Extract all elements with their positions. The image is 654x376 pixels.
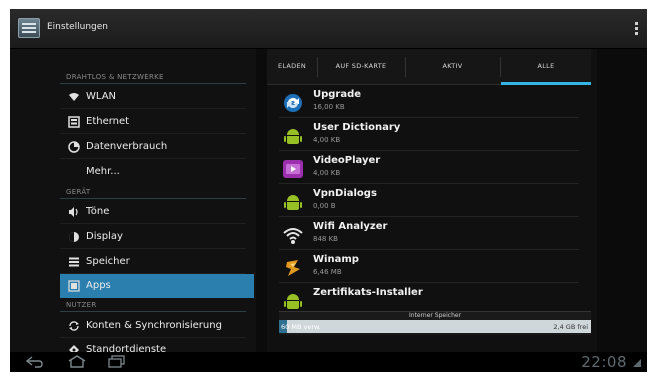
app-name: VpnDialogs bbox=[313, 188, 377, 199]
sync-icon bbox=[68, 320, 80, 332]
settings-item-wlan[interactable]: WLAN bbox=[60, 85, 254, 109]
system-nav-bar: 22:08 bbox=[10, 352, 647, 372]
settings-item-label: Datenverbrauch bbox=[86, 141, 168, 152]
app-row-vpndialogs[interactable]: VpnDialogs 0,00 B bbox=[267, 184, 591, 217]
app-row-wifi-analyzer[interactable]: Wifi Analyzer 848 KB bbox=[267, 217, 591, 250]
tab-sd-card[interactable]: AUF SD-KARTE bbox=[318, 49, 404, 85]
item-divider bbox=[60, 248, 246, 249]
tab-running[interactable]: AKTIV bbox=[406, 49, 499, 85]
item-divider bbox=[60, 158, 246, 159]
section-divider bbox=[60, 311, 246, 312]
section-header-device: GERÄT bbox=[66, 188, 91, 196]
app-name: Zertifikats-Installer bbox=[313, 287, 423, 298]
section-divider bbox=[60, 83, 246, 84]
app-name: User Dictionary bbox=[313, 122, 401, 133]
action-bar: Einstellungen bbox=[10, 9, 647, 49]
wifi-analyzer-icon bbox=[282, 224, 304, 246]
android-icon bbox=[282, 125, 304, 147]
winamp-icon bbox=[282, 257, 304, 279]
tab-downloaded[interactable]: ELADEN bbox=[267, 49, 317, 85]
settings-item-label: Apps bbox=[86, 280, 111, 291]
settings-item-storage[interactable]: Speicher bbox=[60, 250, 254, 274]
settings-list: DRAHTLOS & NETZWERKE WLAN Ethernet Daten… bbox=[10, 49, 256, 355]
storage-used-label: 60 MB verw. bbox=[281, 323, 321, 331]
settings-item-label: Mehr... bbox=[86, 166, 120, 177]
app-size: 16,00 KB bbox=[313, 103, 345, 111]
tablet-screen: Einstellungen DRAHTLOS & NETZWERKE WLAN … bbox=[10, 9, 647, 372]
home-icon[interactable] bbox=[68, 355, 86, 368]
wifi-icon bbox=[68, 91, 80, 103]
settings-item-label: Ethernet bbox=[86, 116, 130, 127]
data-usage-icon bbox=[68, 141, 80, 153]
item-divider bbox=[60, 223, 246, 224]
android-icon bbox=[282, 290, 304, 312]
app-row-upgrade[interactable]: Upgrade 16,00 KB bbox=[267, 85, 591, 118]
android-icon bbox=[282, 191, 304, 213]
settings-item-label: Speicher bbox=[86, 256, 130, 267]
status-clock: 22:08 bbox=[581, 353, 627, 371]
device-frame: Einstellungen DRAHTLOS & NETZWERKE WLAN … bbox=[0, 0, 654, 376]
settings-app-icon[interactable] bbox=[18, 18, 40, 38]
storage-free-label: 2,4 GB frei bbox=[553, 323, 588, 331]
storage-track bbox=[279, 320, 591, 333]
apps-tab-bar: ELADEN AUF SD-KARTE AKTIV ALLE bbox=[267, 49, 591, 85]
storage-icon bbox=[68, 256, 80, 268]
tab-all[interactable]: ALLE bbox=[501, 49, 591, 85]
volume-icon bbox=[68, 206, 80, 218]
signal-icon bbox=[633, 359, 641, 367]
settings-item-display[interactable]: Display bbox=[60, 225, 254, 249]
settings-item-accounts-sync[interactable]: Konten & Synchronisierung bbox=[60, 314, 254, 338]
settings-item-label: Konten & Synchronisierung bbox=[86, 320, 222, 331]
settings-item-more[interactable]: Mehr... bbox=[60, 160, 254, 184]
settings-item-label: WLAN bbox=[86, 91, 117, 102]
upgrade-icon bbox=[282, 92, 304, 114]
overflow-menu-icon[interactable] bbox=[635, 22, 639, 36]
app-row-winamp[interactable]: Winamp 6,46 MB bbox=[267, 250, 591, 283]
apps-pane: ELADEN AUF SD-KARTE AKTIV ALLE Upgrade 1… bbox=[267, 49, 597, 352]
app-row-videoplayer[interactable]: VideoPlayer 4,00 KB bbox=[267, 151, 591, 184]
app-size: 4,00 KB bbox=[313, 136, 341, 144]
ethernet-icon bbox=[68, 116, 80, 128]
display-icon bbox=[68, 231, 80, 243]
internal-storage-bar: Interner Speicher 60 MB verw. 2,4 GB fre… bbox=[279, 311, 591, 335]
app-size: 6,46 MB bbox=[313, 268, 342, 276]
settings-item-label: Töne bbox=[86, 206, 110, 217]
section-header-wireless: DRAHTLOS & NETZWERKE bbox=[66, 73, 164, 81]
section-header-user: NUTZER bbox=[66, 301, 97, 309]
app-size: 4,00 KB bbox=[313, 169, 341, 177]
back-icon[interactable] bbox=[26, 356, 44, 368]
recent-apps-icon[interactable] bbox=[108, 355, 126, 368]
app-size: 848 KB bbox=[313, 235, 338, 243]
app-title: Einstellungen bbox=[47, 22, 109, 32]
settings-item-ethernet[interactable]: Ethernet bbox=[60, 110, 254, 134]
app-name: VideoPlayer bbox=[313, 155, 381, 166]
video-player-icon bbox=[282, 158, 304, 180]
app-row-user-dictionary[interactable]: User Dictionary 4,00 KB bbox=[267, 118, 591, 151]
settings-item-data-usage[interactable]: Datenverbrauch bbox=[60, 135, 254, 159]
settings-item-sounds[interactable]: Töne bbox=[60, 200, 254, 224]
settings-item-apps[interactable]: Apps bbox=[60, 274, 254, 298]
section-divider bbox=[60, 198, 246, 199]
settings-item-label: Display bbox=[86, 231, 123, 242]
item-divider bbox=[60, 133, 246, 134]
app-size: 0,00 B bbox=[313, 202, 336, 210]
app-name: Winamp bbox=[313, 254, 359, 265]
apps-icon bbox=[68, 280, 80, 292]
storage-title: Interner Speicher bbox=[408, 312, 462, 319]
app-name: Wifi Analyzer bbox=[313, 221, 388, 232]
app-name: Upgrade bbox=[313, 89, 362, 100]
item-divider bbox=[60, 108, 246, 109]
